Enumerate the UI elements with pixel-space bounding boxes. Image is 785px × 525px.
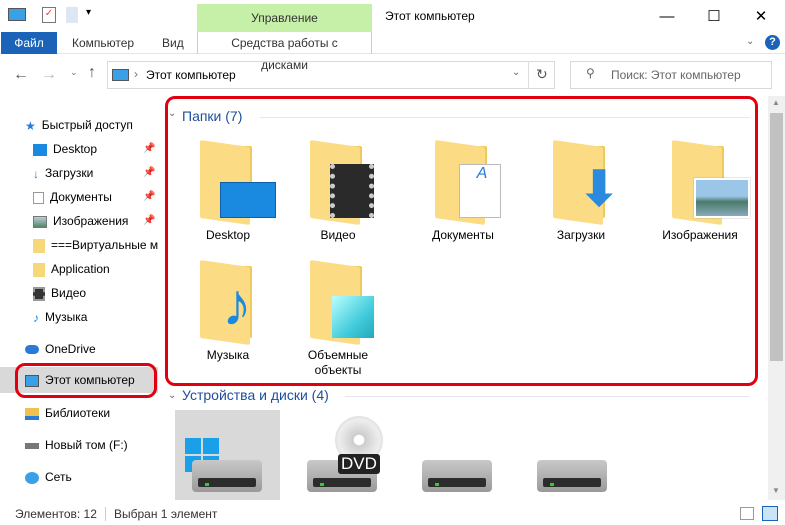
tab-view[interactable]: Вид — [150, 32, 196, 54]
computer-icon — [8, 8, 26, 21]
help-icon[interactable]: ? — [765, 35, 780, 50]
hdd-icon — [537, 460, 607, 492]
collapse-icon[interactable]: ⌄ — [168, 390, 176, 401]
nav-label: Загрузки — [45, 166, 94, 180]
hdd-icon — [192, 460, 262, 492]
large-icons-view-icon[interactable] — [762, 506, 778, 521]
nav-label: Новый том (F:) — [45, 438, 128, 452]
nav-label: Сеть — [45, 470, 72, 484]
expand-ribbon-icon[interactable]: ⌄ — [746, 36, 754, 47]
back-button[interactable]: ← — [13, 66, 29, 84]
drive-3[interactable] — [520, 410, 625, 500]
address-dropdown-icon[interactable]: ⌄ — [512, 67, 520, 78]
divider — [345, 396, 750, 397]
maximize-button[interactable]: ☐ — [691, 4, 737, 30]
network-icon — [25, 471, 39, 484]
pin-icon: 📌 — [143, 167, 156, 178]
pin-icon: 📌 — [143, 191, 156, 202]
hdd-icon — [422, 460, 492, 492]
music-icon: ♪ — [33, 310, 39, 325]
folder-icon — [33, 262, 45, 277]
pin-icon: 📌 — [143, 215, 156, 226]
status-bar: Элементов: 12 Выбран 1 элемент — [0, 503, 785, 525]
minimize-button[interactable]: — — [644, 4, 690, 30]
window-title: Этот компьютер — [385, 9, 475, 23]
scroll-up-icon[interactable]: ▲ — [772, 98, 780, 107]
scrollbar[interactable]: ▲ ▼ — [768, 96, 785, 500]
divider — [105, 507, 106, 521]
nav-label: Изображения — [53, 214, 129, 228]
nav-label: OneDrive — [45, 342, 96, 356]
devices-group-header[interactable]: Устройства и диски (4) — [182, 387, 329, 403]
nav-network[interactable]: Сеть — [25, 467, 150, 487]
nav-item-documents[interactable]: Документы — [33, 187, 158, 207]
nav-label: Музыка — [45, 310, 88, 324]
nav-item-desktop[interactable]: Desktop — [33, 139, 158, 159]
nav-label: Application — [51, 262, 110, 276]
nav-item-downloads[interactable]: ↓ Загрузки — [33, 163, 158, 183]
folder-icon — [33, 238, 45, 253]
recent-locations-icon[interactable]: ⌄ — [70, 67, 78, 78]
properties-icon[interactable]: ✓ — [42, 7, 56, 23]
selection-count: Выбран 1 элемент — [114, 507, 218, 521]
dvd-label: DVD — [338, 454, 380, 474]
cloud-icon — [25, 345, 39, 355]
scroll-thumb[interactable] — [770, 113, 783, 361]
drive-system[interactable] — [175, 410, 280, 500]
drive-dvd[interactable]: DVD — [290, 410, 395, 500]
details-view-icon[interactable] — [740, 507, 754, 520]
forward-button[interactable]: → — [41, 66, 57, 84]
nav-volume-f[interactable]: Новый том (F:) — [25, 435, 150, 455]
star-icon: ★ — [25, 118, 36, 133]
search-icon: ⚲ — [586, 66, 595, 80]
nav-item-pictures[interactable]: Изображения — [33, 211, 158, 231]
new-folder-icon[interactable] — [66, 7, 78, 23]
title-bar: ✓ ▾ Управление Этот компьютер — ☐ ✕ — [0, 0, 785, 32]
nav-label: Быстрый доступ — [41, 118, 133, 132]
nav-item-music[interactable]: ♪ Музыка — [33, 307, 158, 327]
nav-label: Документы — [50, 190, 112, 204]
nav-label: Библиотеки — [45, 406, 111, 420]
breadcrumb[interactable]: Этот компьютер — [146, 68, 236, 82]
picture-icon — [33, 215, 47, 228]
computer-icon — [112, 69, 129, 81]
chevron-right-icon: › — [134, 67, 138, 81]
nav-label: Видео — [51, 286, 87, 300]
nav-libraries[interactable]: Библиотеки — [25, 403, 150, 423]
nav-item-video[interactable]: Видео — [33, 283, 158, 303]
tab-disk-tools[interactable]: Средства работы с дисками — [197, 32, 372, 72]
libraries-icon — [25, 407, 39, 420]
highlight-outline-this-pc — [15, 363, 157, 398]
document-icon — [33, 191, 44, 204]
tab-computer[interactable]: Компьютер — [60, 32, 146, 54]
up-button[interactable]: ↑ — [88, 64, 96, 82]
tab-file[interactable]: Файл — [1, 32, 57, 54]
address-bar[interactable]: › Этот компьютер ⌄ ↻ — [107, 61, 555, 89]
divider — [528, 62, 529, 88]
highlight-outline-folders — [165, 96, 758, 386]
close-button[interactable]: ✕ — [738, 4, 784, 30]
scroll-down-icon[interactable]: ▼ — [772, 486, 780, 495]
drive-icon — [25, 442, 39, 449]
pin-icon: 📌 — [143, 143, 156, 154]
refresh-icon[interactable]: ↻ — [536, 66, 548, 83]
customize-toolbar-icon[interactable]: ▾ — [86, 7, 91, 18]
drive-2[interactable] — [405, 410, 510, 500]
nav-label: Desktop — [53, 142, 98, 156]
manage-tab[interactable]: Управление — [197, 4, 372, 32]
nav-quick-access[interactable]: ★ Быстрый доступ — [25, 115, 150, 135]
nav-onedrive[interactable]: OneDrive — [25, 339, 150, 359]
nav-item-application[interactable]: Application — [33, 259, 158, 279]
search-input[interactable]: Поиск: Этот компьютер — [570, 61, 772, 89]
nav-label: ===Виртуальные машины — [51, 238, 158, 252]
desktop-icon — [33, 143, 47, 156]
download-icon: ↓ — [33, 166, 39, 181]
film-icon — [33, 286, 45, 301]
item-count: Элементов: 12 — [15, 507, 97, 521]
nav-item-virtual-machines[interactable]: ===Виртуальные машины — [33, 235, 158, 255]
navigation-pane: ★ Быстрый доступ Desktop 📌 ↓ Загрузки 📌 Доку… — [0, 100, 160, 500]
